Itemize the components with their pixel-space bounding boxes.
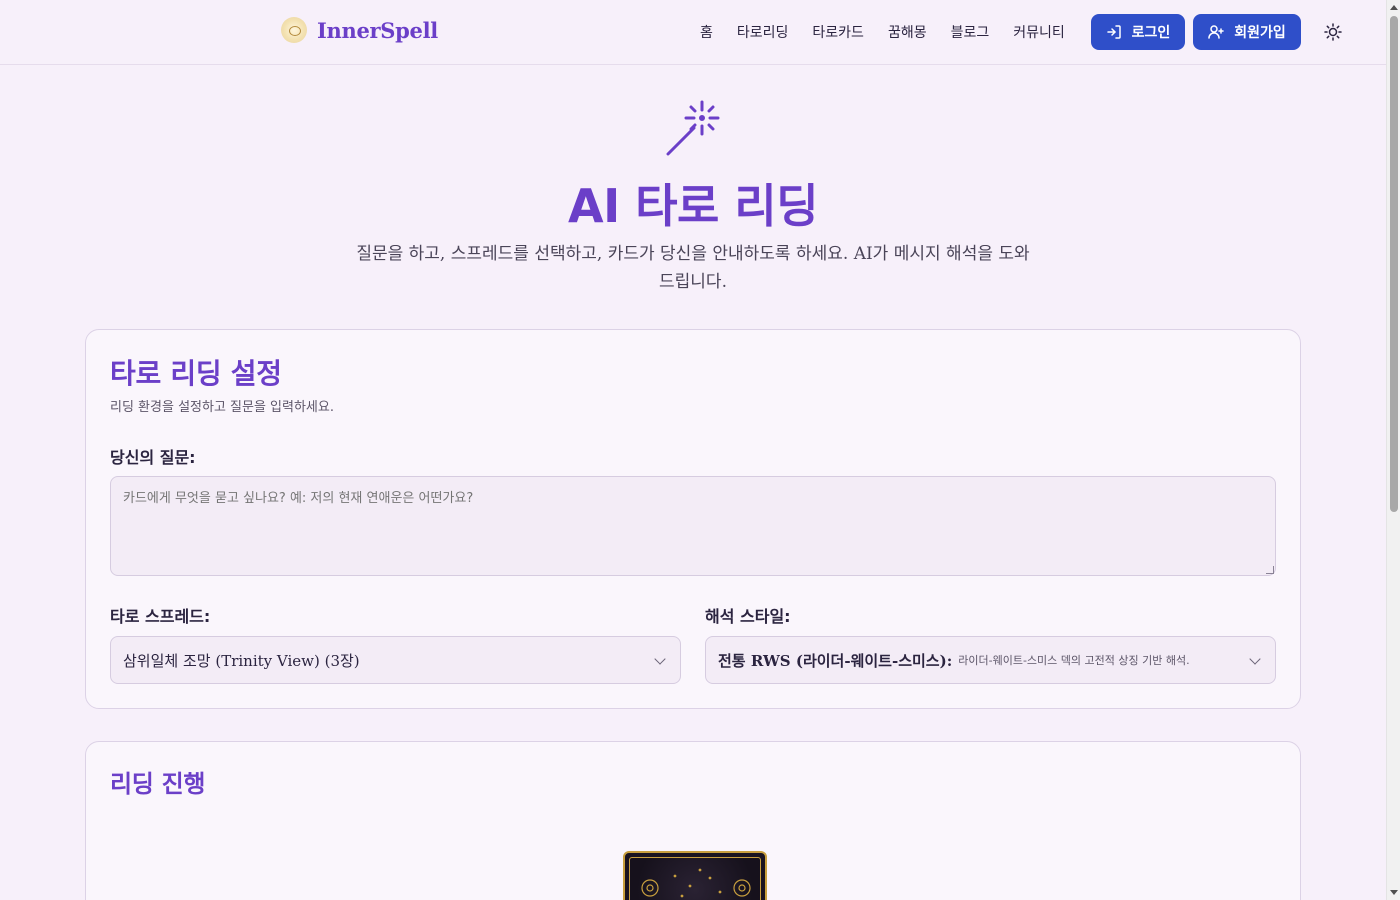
page-scrollbar[interactable] (1386, 0, 1400, 900)
top-header: InnerSpell 홈 타로리딩 타로카드 꿈해몽 블로그 커뮤니티 로그인 … (0, 0, 1386, 65)
login-button[interactable]: 로그인 (1091, 14, 1185, 50)
sun-icon[interactable] (1323, 22, 1343, 42)
spread-label: 타로 스프레드: (110, 607, 211, 626)
chevron-down-icon (654, 653, 666, 665)
scroll-thumb[interactable] (1390, 16, 1398, 512)
settings-description: 리딩 환경을 설정하고 질문을 입력하세요. (110, 400, 334, 415)
spread-selected-value: 삼위일체 조망 (Trinity View) (3장) (123, 651, 360, 670)
resize-handle[interactable] (1266, 566, 1274, 574)
login-arrow-icon (1106, 25, 1121, 39)
style-hint: 라이더-웨이트-스미스 덱의 고전적 상징 기반 해석. (958, 654, 1190, 667)
question-label: 당신의 질문: (110, 448, 196, 467)
magic-wand-icon (666, 100, 720, 156)
logo[interactable]: InnerSpell (281, 17, 438, 43)
style-selected-value: 전통 RWS (라이더-웨이트-스미스): (718, 651, 953, 670)
nav-item-dream[interactable]: 꿈해몽 (888, 22, 927, 42)
nav-item-tarot-reading[interactable]: 타로리딩 (737, 22, 789, 42)
card-back-ornament-icon (641, 868, 751, 898)
logo-text: InnerSpell (317, 17, 438, 43)
question-input[interactable] (110, 476, 1276, 576)
signup-label: 회원가입 (1234, 25, 1286, 41)
login-label: 로그인 (1131, 25, 1171, 41)
scroll-up-arrow-icon[interactable] (1390, 5, 1398, 10)
progress-title: 리딩 진행 (110, 770, 206, 798)
page-title: AI 타로 리딩 (567, 179, 819, 233)
nav-item-tarot-cards[interactable]: 타로카드 (812, 22, 864, 42)
style-label: 해석 스타일: (705, 607, 791, 626)
reading-settings-card: 타로 리딩 설정 리딩 환경을 설정하고 질문을 입력하세요. 당신의 질문: … (85, 329, 1301, 709)
spread-select[interactable]: 삼위일체 조망 (Trinity View) (3장) (110, 636, 681, 684)
scroll-down-arrow-icon[interactable] (1390, 890, 1398, 895)
nav-item-blog[interactable]: 블로그 (951, 22, 990, 42)
main-nav: 홈 타로리딩 타로카드 꿈해몽 블로그 커뮤니티 (700, 22, 1065, 42)
chevron-down-icon (1249, 653, 1261, 665)
page-subtitle: 질문을 하고, 스프레드를 선택하고, 카드가 당신을 안내하도록 하세요. A… (356, 244, 1030, 292)
tarot-card-deck[interactable] (623, 851, 767, 900)
eye-logo-icon (281, 17, 307, 43)
nav-item-community[interactable]: 커뮤니티 (1013, 22, 1065, 42)
interpretation-style-select[interactable]: 전통 RWS (라이더-웨이트-스미스): 라이더-웨이트-스미스 덱의 고전적… (705, 636, 1276, 684)
signup-button[interactable]: 회원가입 (1193, 14, 1301, 50)
settings-title: 타로 리딩 설정 (110, 357, 282, 390)
nav-item-home[interactable]: 홈 (700, 22, 713, 42)
user-plus-icon (1208, 25, 1224, 39)
